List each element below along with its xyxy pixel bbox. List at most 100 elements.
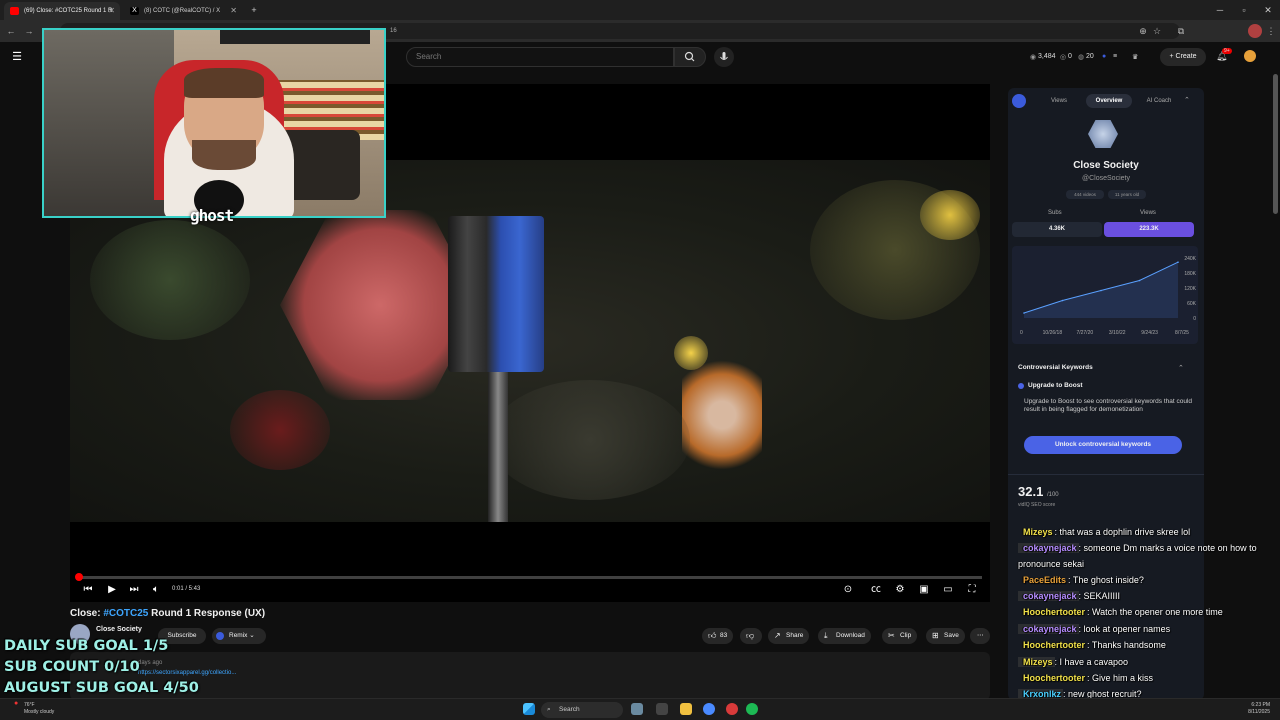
progress-bar[interactable] [78, 576, 982, 579]
bookmark-star-icon[interactable]: ☆ [1150, 24, 1164, 38]
notification-badge: 9+ [1222, 48, 1232, 54]
widgets-icon[interactable] [631, 703, 643, 715]
download-button[interactable]: ⤓ Download [818, 628, 871, 644]
play-icon[interactable]: ▶︎ [104, 582, 120, 598]
chat-message: Hoochertooter: Give him a kiss [1018, 670, 1280, 686]
search-icon [684, 51, 695, 62]
hamburger-menu-icon[interactable]: ☰ [10, 50, 24, 64]
chat-text: : that was a dophlin drive skree lol [1054, 527, 1191, 537]
video-count-pill: 444 videos [1066, 190, 1104, 199]
upload-date: days ago [138, 660, 163, 666]
captions-icon[interactable]: ㏄ [868, 582, 884, 598]
file-explorer-icon[interactable] [680, 703, 692, 715]
search-input[interactable]: Search [406, 47, 674, 67]
maximize-icon[interactable]: ▫ [1232, 0, 1256, 20]
miniplayer-icon[interactable]: ▣ [916, 582, 932, 598]
views-point [1100, 289, 1102, 292]
remix-button[interactable]: Remix ⌄ [212, 628, 266, 644]
chat-text: : Thanks handsome [1087, 640, 1166, 650]
collapse-chevron-icon[interactable]: ⌃ [1184, 96, 1190, 104]
theater-mode-icon[interactable]: ▭ [940, 582, 956, 598]
chat-username: cokaynejack [1018, 624, 1079, 634]
subs-toggle[interactable]: 4.36K [1012, 222, 1102, 237]
x-tick-label: 0 [1020, 330, 1023, 336]
like-button[interactable]: 👍︎ 83 [702, 628, 734, 644]
y-tick-label: 180K [1184, 271, 1196, 277]
windows-start-icon[interactable] [523, 703, 535, 715]
minimize-icon[interactable]: ─ [1208, 0, 1232, 20]
page-scrollbar[interactable] [1273, 74, 1278, 214]
list-icon[interactable]: ≡ [1113, 53, 1117, 60]
close-tab-icon[interactable]: ✕ [108, 2, 115, 20]
obs-icon[interactable] [726, 703, 738, 715]
account-avatar[interactable] [1244, 50, 1256, 62]
chat-username: Hoochertooter [1023, 673, 1086, 683]
x-logo-icon: X [130, 7, 139, 15]
search-button[interactable] [674, 47, 706, 67]
chat-message: cokaynejack: SEKAIIIII [1018, 588, 1280, 604]
zoom-icon[interactable]: ⊕ [1136, 24, 1150, 38]
x-tick-label: 3/10/22 [1109, 330, 1126, 336]
views-toggle[interactable]: 223.3K [1104, 222, 1194, 237]
tab-x[interactable]: X (8) COTC (@RealCOTC) / X ✕ [124, 2, 242, 20]
previous-icon[interactable]: ⏮︎ [80, 582, 96, 598]
channel-name[interactable]: Close Society [96, 626, 142, 633]
download-icon: ⤓ [824, 631, 828, 640]
tab-views[interactable]: Views [1036, 94, 1082, 108]
volume-icon[interactable]: 🔈︎ [148, 582, 164, 598]
chat-text: : Give him a kiss [1087, 673, 1154, 683]
tab-overview[interactable]: Overview [1086, 94, 1132, 108]
settings-gear-icon[interactable]: ⚙ [892, 582, 908, 598]
weather-widget[interactable]: 76°F Mostly cloudy [24, 702, 54, 716]
seo-score-max: /100 [1046, 492, 1059, 498]
fullscreen-icon[interactable]: ⛶ [964, 582, 980, 598]
x-tick-label: 8/7/25 [1175, 330, 1189, 336]
tab-youtube[interactable]: (69) Close: #COTC25 Round 1 R ✕ [4, 2, 120, 20]
seo-score-value: 32.1 [1018, 484, 1044, 499]
system-clock[interactable]: 6:23 PM 8/11/2025 [1248, 702, 1270, 716]
autoplay-toggle[interactable]: ⊙ [840, 582, 856, 598]
dislike-button[interactable]: 👎︎ [740, 628, 762, 644]
task-view-icon[interactable] [656, 703, 668, 715]
close-tab-icon[interactable]: ✕ [230, 2, 237, 20]
save-button[interactable]: ⊞ Save [926, 628, 965, 644]
views-chart-svg: 240K 180K 120K 60K 0 0 10/26/18 7/27/20 3/10/22 9… [1020, 256, 1197, 336]
close-window-icon[interactable]: ✕ [1256, 0, 1280, 20]
description-box[interactable]: days ago https://sectorsixapparel.gg/col… [70, 652, 990, 700]
share-button[interactable]: ↗ Share [768, 628, 810, 644]
spotify-icon[interactable] [746, 703, 758, 715]
forward-icon[interactable]: → [22, 24, 36, 38]
weather-icon: ● [14, 700, 19, 707]
microphone-icon [720, 52, 728, 60]
vidiq-channel-handle: @CloseSociety [1082, 175, 1130, 182]
remix-icon [216, 632, 224, 640]
taskbar-search[interactable]: ⌕ Search [541, 702, 623, 718]
create-button[interactable]: + Create [1160, 48, 1206, 66]
keywords-chevron-icon[interactable]: ⌃ [1178, 364, 1184, 372]
chat-text: : I have a cavapoo [1054, 657, 1129, 667]
more-actions-icon[interactable]: ⋯ [970, 628, 990, 644]
trophy-icon[interactable]: ♛ [1132, 53, 1138, 61]
extensions-icon[interactable]: ⧉ [1174, 24, 1188, 38]
chat-username: Hoochertooter [1023, 640, 1086, 650]
new-tab-icon[interactable]: + [242, 0, 266, 20]
scrubber-handle[interactable] [75, 573, 83, 581]
vidiq-icon[interactable]: ● [1102, 53, 1106, 60]
next-icon[interactable]: ⏭︎ [126, 582, 142, 598]
chat-text: : Watch the opener one more time [1087, 607, 1223, 617]
tab-ai-coach[interactable]: AI Coach [1136, 94, 1182, 108]
views-point [1138, 279, 1141, 282]
monthly-sub-goal: AUGUST SUB GOAL 4/50 [4, 680, 199, 696]
clip-button[interactable]: ✂ Clip [882, 628, 918, 644]
browser-menu-icon[interactable]: ⋮ [1264, 24, 1278, 38]
chat-text: : look at opener names [1078, 624, 1171, 634]
title-hashtag[interactable]: #COTC25 [103, 608, 148, 619]
unlock-keywords-button[interactable]: Unlock controversial keywords [1024, 436, 1182, 454]
chrome-icon[interactable] [703, 703, 715, 715]
voice-search-button[interactable] [714, 47, 734, 67]
description-link[interactable]: https://sectorsixapparel.gg/collectio... [78, 670, 982, 676]
back-icon[interactable]: ← [4, 24, 18, 38]
channel-logo [1088, 120, 1118, 148]
boost-text: Upgrade to Boost to see controversial ke… [1024, 398, 1193, 413]
profile-avatar[interactable] [1248, 24, 1262, 38]
